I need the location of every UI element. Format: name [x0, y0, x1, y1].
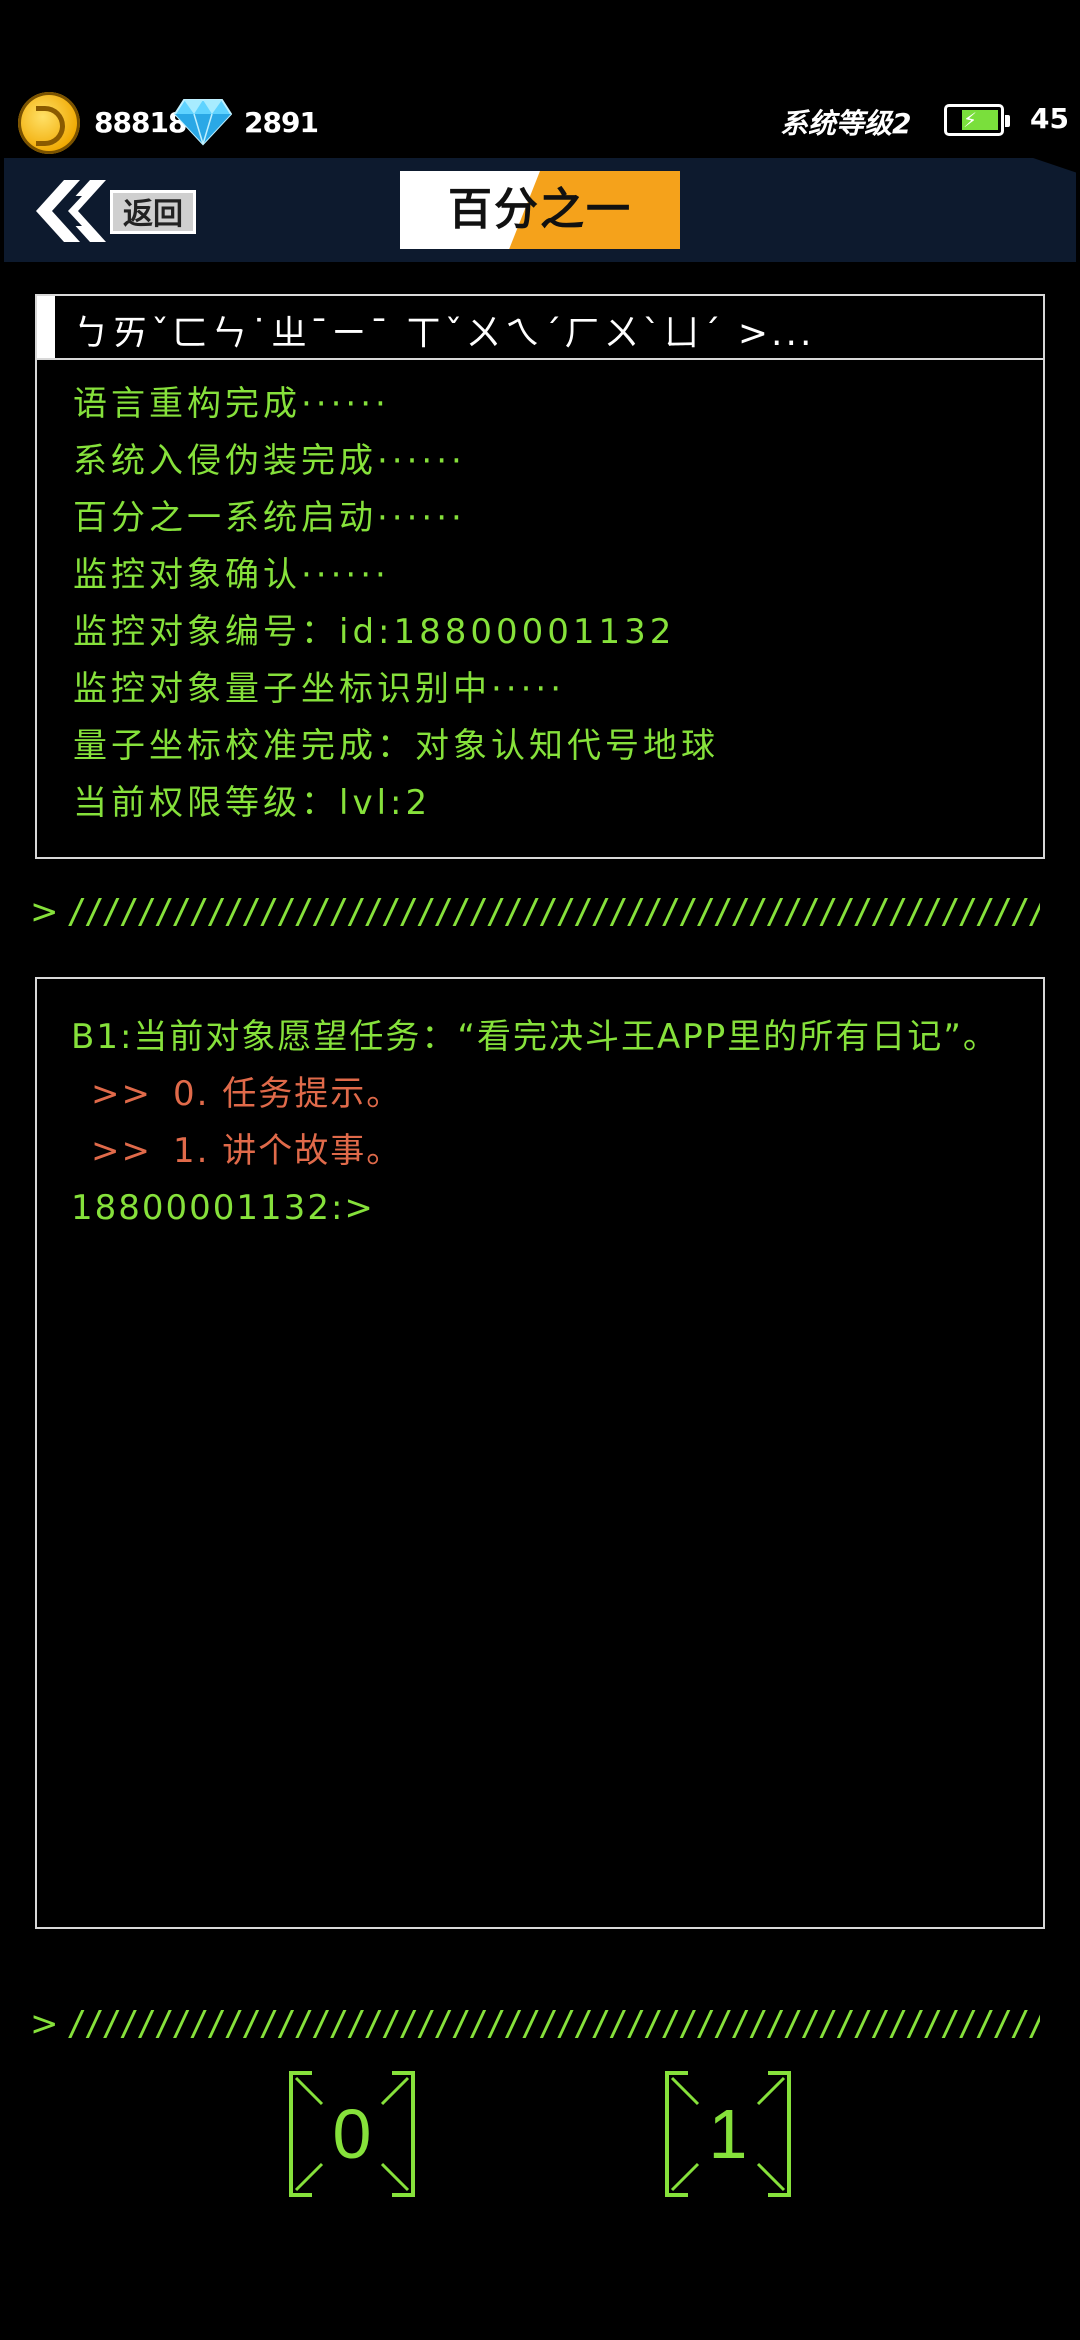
divider-bottom: >///////////////////////////////////////…	[30, 2004, 1040, 2044]
log-line: 系统入侵伪装完成······	[73, 441, 466, 481]
coin-icon	[18, 92, 80, 154]
option-text: 0. 任务提示。	[173, 1074, 403, 1114]
option-text: 1. 讲个故事。	[173, 1131, 403, 1171]
log-panel-header: ㄅㄞˇㄈㄣ˙ㄓ¯ㄧ¯ ㄒˇㄨㄟˊㄏㄨˋㄩˊ >...	[37, 296, 1043, 360]
energy-count: 45	[1030, 102, 1069, 135]
back-button[interactable]: 返回	[30, 176, 200, 246]
task-description: B1:当前对象愿望任务：“看完决斗王APP里的所有日记”。	[71, 1017, 999, 1057]
system-level-label: 系统等级2	[780, 107, 912, 140]
log-line: 语言重构完成······	[73, 384, 390, 424]
status-bar: 88818 2891 系统等级2 ⚡ 45	[0, 88, 1080, 158]
option-arrow: >>	[91, 1131, 152, 1171]
gem-count: 2891	[244, 106, 319, 139]
bolt-icon: ⚡	[963, 108, 978, 132]
terminal-prompt[interactable]: 18800001132:>	[71, 1180, 999, 1237]
back-chevron-icon	[36, 180, 106, 242]
header-accent-bar	[37, 296, 55, 358]
option-line-1[interactable]: >> 1. 讲个故事。	[71, 1123, 999, 1180]
log-lines: 语言重构完成······ 系统入侵伪装完成······ 百分之一系统启动····…	[73, 376, 719, 832]
option-line-0[interactable]: >> 0. 任务提示。	[71, 1066, 999, 1123]
system-log-panel: ㄅㄞˇㄈㄣ˙ㄓ¯ㄧ¯ ㄒˇㄨㄟˊㄏㄨˋㄩˊ >... 语言重构完成······ …	[35, 294, 1045, 859]
page-title-box: 百分之一	[400, 171, 680, 249]
divider-top: >///////////////////////////////////////…	[30, 892, 1040, 932]
back-label: 返回	[110, 190, 196, 234]
page-title: 百分之一	[448, 184, 632, 235]
task-terminal-panel: B1:当前对象愿望任务：“看完决斗王APP里的所有日记”。 >> 0. 任务提示。…	[35, 977, 1045, 1929]
divider-chevron: >	[30, 892, 59, 932]
log-line: 监控对象量子坐标识别中·····	[73, 669, 566, 709]
answer-button-0[interactable]: 0	[288, 2070, 416, 2198]
divider-pattern: ////////////////////////////////////////…	[66, 892, 1041, 932]
terminal-lines: B1:当前对象愿望任务：“看完决斗王APP里的所有日记”。 >> 0. 任务提示。…	[71, 1009, 999, 1237]
coin-count: 88818	[94, 106, 187, 139]
battery-icon: ⚡	[944, 104, 1010, 136]
log-line: 监控对象编号：id:18800001132	[73, 612, 676, 652]
answer-button-1[interactable]: 1	[664, 2070, 792, 2198]
log-panel-heading: ㄅㄞˇㄈㄣ˙ㄓ¯ㄧ¯ ㄒˇㄨㄟˊㄏㄨˋㄩˊ >...	[73, 313, 815, 354]
log-line: 百分之一系统启动······	[73, 498, 466, 538]
answer-label: 1	[708, 2095, 748, 2173]
log-line: 当前权限等级：lvl:2	[73, 783, 432, 823]
divider-chevron: >	[30, 2004, 59, 2044]
log-line: 量子坐标校准完成：对象认知代号地球	[73, 726, 719, 766]
answer-label: 0	[332, 2095, 372, 2173]
divider-pattern: ////////////////////////////////////////…	[66, 2004, 1041, 2044]
log-line: 监控对象确认······	[73, 555, 390, 595]
option-arrow: >>	[91, 1074, 152, 1114]
diamond-icon	[174, 99, 232, 146]
